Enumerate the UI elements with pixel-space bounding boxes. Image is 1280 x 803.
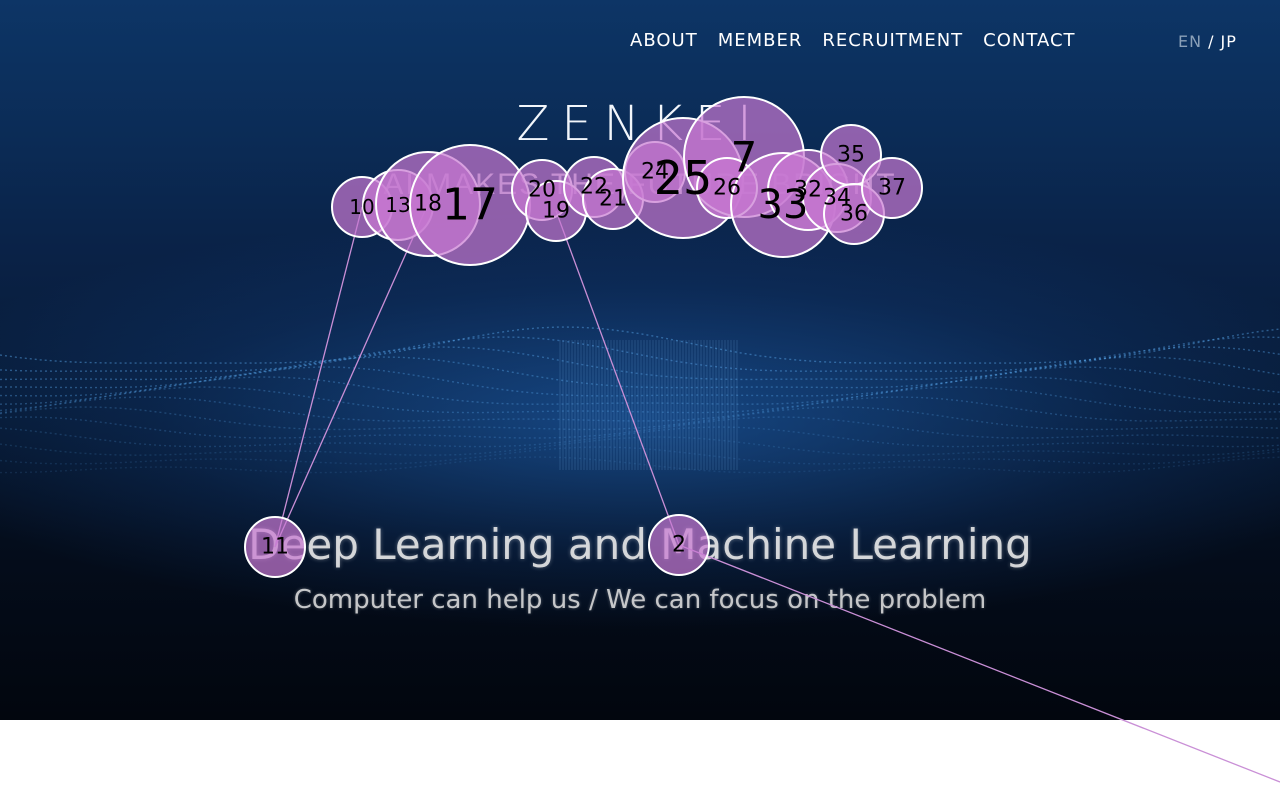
hero-video-banner: ABOUT MEMBER RECRUITMENT CONTACT EN / JP Z… [0, 0, 1280, 720]
wave-line [0, 336, 1280, 372]
nav-about-link[interactable]: ABOUT [630, 30, 698, 51]
wave-line [0, 446, 1280, 465]
wave-line [0, 396, 1280, 422]
wave-line [0, 406, 1280, 431]
zenkei-logo[interactable]: ZENKEI [0, 96, 1280, 152]
lang-separator: / [1208, 32, 1215, 51]
lang-en-link[interactable]: EN [1178, 32, 1202, 51]
wave-line [0, 366, 1280, 397]
nav-contact-link[interactable]: CONTACT [983, 30, 1075, 51]
hero-headline: Deep Learning and Machine Learning [248, 520, 1032, 569]
wave-line [0, 376, 1280, 405]
hero-subline: Computer can help us / We can focus on t… [293, 585, 987, 615]
page-content-white [0, 720, 1280, 803]
wave-line [0, 436, 1280, 456]
language-switcher: EN / JP [1178, 32, 1237, 51]
wave-line [0, 326, 1280, 364]
wave-line [0, 386, 1280, 414]
nav-member-link[interactable]: MEMBER [718, 30, 803, 51]
nav-recruitment-link[interactable]: RECRUITMENT [822, 30, 963, 51]
hero-tagline: AI MAKES THE FUTURE BRIGHT [383, 168, 897, 201]
lang-jp-link[interactable]: JP [1220, 32, 1236, 51]
main-navigation: ABOUT MEMBER RECRUITMENT CONTACT [630, 30, 1076, 51]
wave-line [0, 346, 1280, 381]
wave-line [0, 356, 1280, 389]
wave-line [0, 456, 1280, 474]
